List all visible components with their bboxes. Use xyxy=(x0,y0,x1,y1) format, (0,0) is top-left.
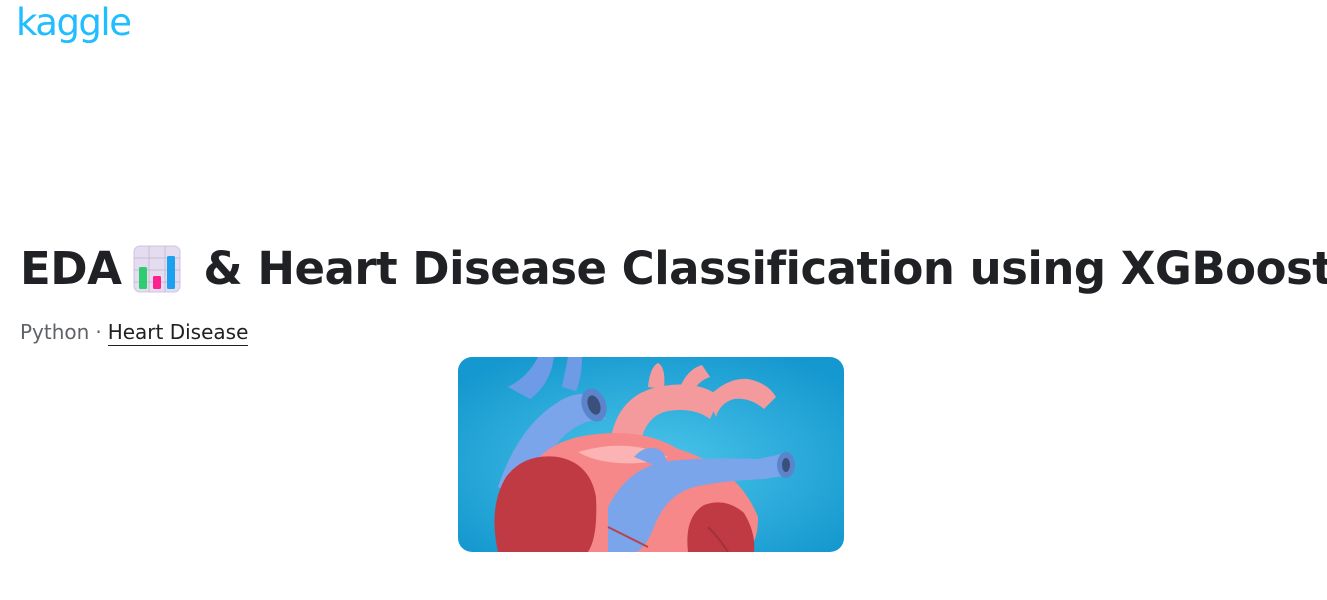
bar-chart-emoji-icon xyxy=(133,245,181,293)
title-prefix: EDA xyxy=(20,242,122,295)
notebook-meta: Python · Heart Disease xyxy=(20,318,249,346)
hero-image xyxy=(458,357,844,552)
language-label: Python xyxy=(20,320,90,344)
heart-illustration xyxy=(458,357,844,552)
meta-separator: · xyxy=(95,320,102,344)
page: kaggle EDA & Heart Disease Classificatio… xyxy=(0,0,1327,600)
title-suffix: & Heart Disease Classification using XGB… xyxy=(203,242,1327,295)
kaggle-logo[interactable]: kaggle xyxy=(16,1,132,45)
page-title: EDA & Heart Disease Classification using… xyxy=(20,236,1327,302)
dataset-link[interactable]: Heart Disease xyxy=(107,320,249,346)
